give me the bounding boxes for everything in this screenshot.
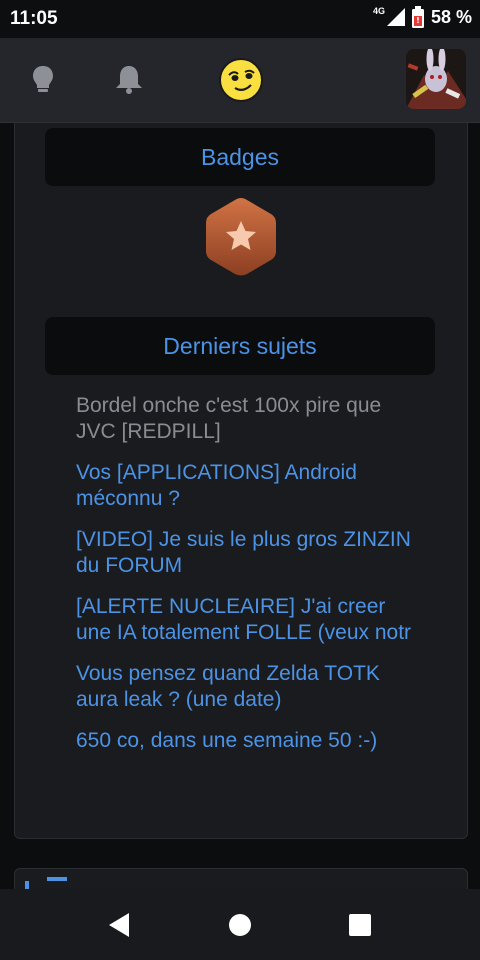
home-button[interactable]: [222, 907, 258, 943]
network-label: 4G: [372, 6, 385, 16]
smiley-icon: [219, 58, 263, 102]
recents-button[interactable]: [342, 907, 378, 943]
user-avatar[interactable]: [406, 49, 466, 109]
avatar-image: [406, 49, 466, 109]
home-logo-button[interactable]: [217, 56, 265, 104]
system-navigation-bar: [0, 889, 480, 960]
topic-link[interactable]: [ALERTE NUCLEAIRE] J'ai creer une IA tot…: [76, 594, 416, 646]
latest-topics-heading: Derniers sujets: [45, 317, 435, 375]
topic-link[interactable]: Vos [APPLICATIONS] Android méconnu ?: [76, 460, 416, 512]
battery-icon: !: [411, 6, 424, 28]
status-bar: 11:05 4G ! 58 %: [0, 0, 480, 38]
content-area[interactable]: Badges Derniers sujets Bordel onche c'es…: [0, 123, 480, 889]
home-icon: [229, 914, 251, 936]
back-button[interactable]: [101, 907, 137, 943]
lightbulb-button[interactable]: [21, 58, 65, 102]
next-card: [14, 868, 468, 889]
notifications-button[interactable]: [107, 58, 151, 102]
signal-icon: [386, 8, 405, 26]
next-card-heading: [47, 877, 67, 881]
badges-heading: Badges: [45, 128, 435, 186]
badge-star[interactable]: [203, 196, 279, 278]
app-header: [0, 38, 480, 123]
next-card-icon: [25, 881, 29, 889]
bell-icon: [116, 66, 142, 94]
svg-text:!: !: [416, 16, 420, 25]
status-indicators: 4G ! 58 %: [373, 6, 472, 28]
recents-icon: [349, 914, 371, 936]
battery-level: 58 %: [430, 6, 472, 27]
topic-link[interactable]: Vous pensez quand Zelda TOTK aura leak ?…: [76, 661, 416, 713]
topic-link[interactable]: 650 co, dans une semaine 50 :-): [76, 728, 416, 754]
topic-link[interactable]: [VIDEO] Je suis le plus gros ZINZIN du F…: [76, 527, 416, 579]
back-icon: [109, 913, 129, 937]
latest-topics-list: Bordel onche c'est 100x pire que JVC [RE…: [76, 393, 416, 769]
star-badge-icon: [206, 198, 276, 276]
topic-link[interactable]: Bordel onche c'est 100x pire que JVC [RE…: [76, 393, 416, 445]
profile-card: Badges Derniers sujets Bordel onche c'es…: [14, 123, 468, 839]
lightbulb-icon: [33, 66, 53, 92]
status-time: 11:05: [10, 8, 58, 29]
